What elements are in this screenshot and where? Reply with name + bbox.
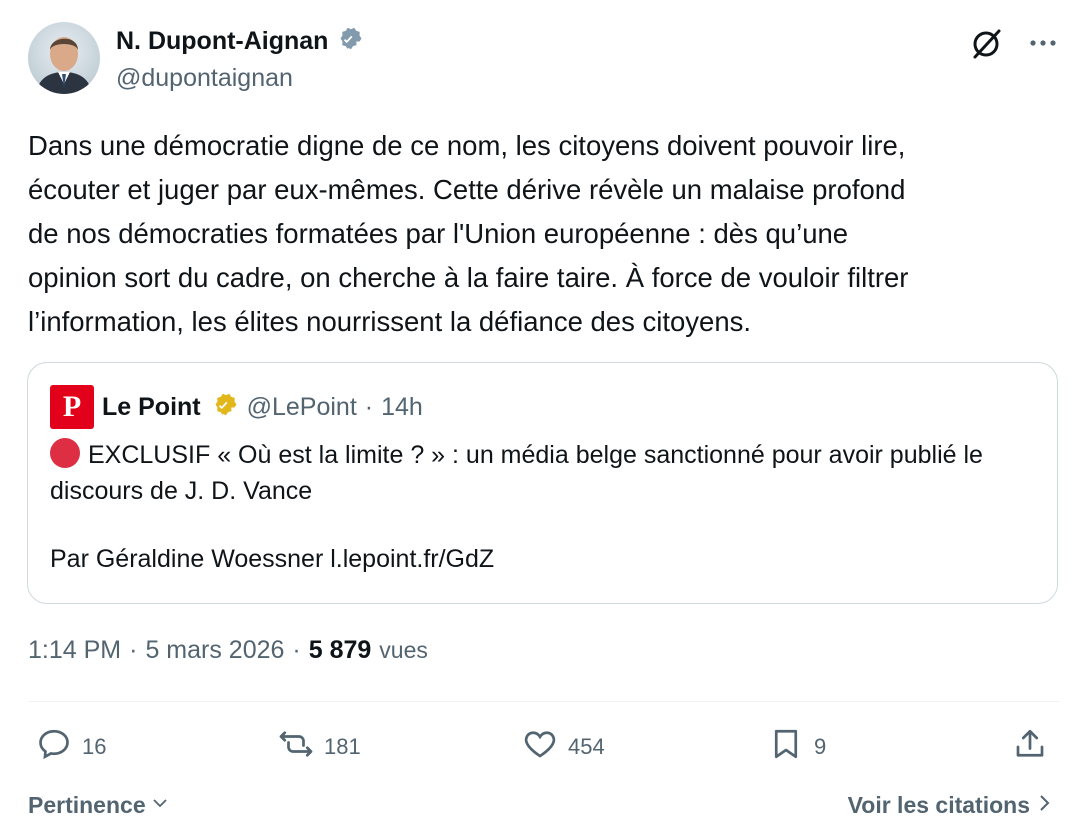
- author-display-name[interactable]: N. Dupont-Aignan: [116, 27, 328, 56]
- chevron-right-icon: [1038, 792, 1052, 819]
- sort-dropdown[interactable]: Pertinence: [28, 792, 170, 819]
- bookmark-icon: [768, 726, 804, 768]
- tweet-meta: 1:14 PM · 5 mars 2026 · 5 879 vues: [28, 636, 428, 665]
- grok-icon[interactable]: [970, 26, 1004, 60]
- retweet-button[interactable]: 181: [278, 726, 361, 768]
- quote-headline-block: EXCLUSIF « Où est la limite ? » : un méd…: [50, 437, 1040, 509]
- view-quotes-link[interactable]: Voir les citations: [848, 792, 1052, 819]
- views-label: vues: [379, 637, 428, 663]
- chevron-down-icon: [150, 792, 170, 819]
- like-count: 454: [568, 734, 605, 759]
- quote-headline: EXCLUSIF « Où est la limite ? » : un méd…: [50, 441, 983, 505]
- avatar[interactable]: [28, 22, 100, 94]
- tweet-date[interactable]: 5 mars 2026: [145, 636, 284, 665]
- quote-separator: ·: [364, 392, 374, 421]
- divider: [28, 701, 1060, 702]
- le-point-logo: P: [50, 385, 94, 429]
- quote-time: 14h: [381, 392, 423, 421]
- bookmark-count: 9: [814, 734, 827, 759]
- more-icon[interactable]: [1028, 28, 1058, 58]
- heart-icon: [522, 726, 558, 768]
- meta-separator: ·: [292, 636, 301, 664]
- reply-button[interactable]: 16: [36, 726, 106, 768]
- quote-handle: @LePoint: [246, 392, 357, 421]
- reply-icon: [36, 726, 72, 768]
- sort-label: Pertinence: [28, 792, 146, 818]
- reply-count: 16: [82, 734, 107, 759]
- quote-author-name: Le Point: [102, 392, 201, 421]
- quoted-tweet[interactable]: P Le Point @LePoint · 14h EXCLUSIF « Où …: [27, 362, 1058, 604]
- view-quotes-label: Voir les citations: [847, 792, 1030, 818]
- author-handle[interactable]: @dupontaignan: [116, 64, 293, 93]
- verified-badge-icon[interactable]: [334, 26, 364, 56]
- quote-author-line: Par Géraldine Woessner l.lepoint.fr/GdZ: [50, 545, 495, 573]
- meta-separator: ·: [129, 636, 138, 664]
- like-button[interactable]: 454: [522, 726, 605, 768]
- tweet-text: Dans une démocratie digne de ce nom, les…: [28, 130, 909, 337]
- share-button[interactable]: [1012, 726, 1048, 768]
- verified-gold-badge-icon: [209, 392, 239, 422]
- tweet-time[interactable]: 1:14 PM: [28, 636, 121, 665]
- retweet-count: 181: [324, 734, 361, 759]
- retweet-icon: [278, 726, 314, 768]
- views-count: 5 879: [308, 636, 372, 664]
- share-icon: [1012, 726, 1048, 768]
- bookmark-button[interactable]: 9: [768, 726, 826, 768]
- red-circle-icon: [50, 438, 80, 468]
